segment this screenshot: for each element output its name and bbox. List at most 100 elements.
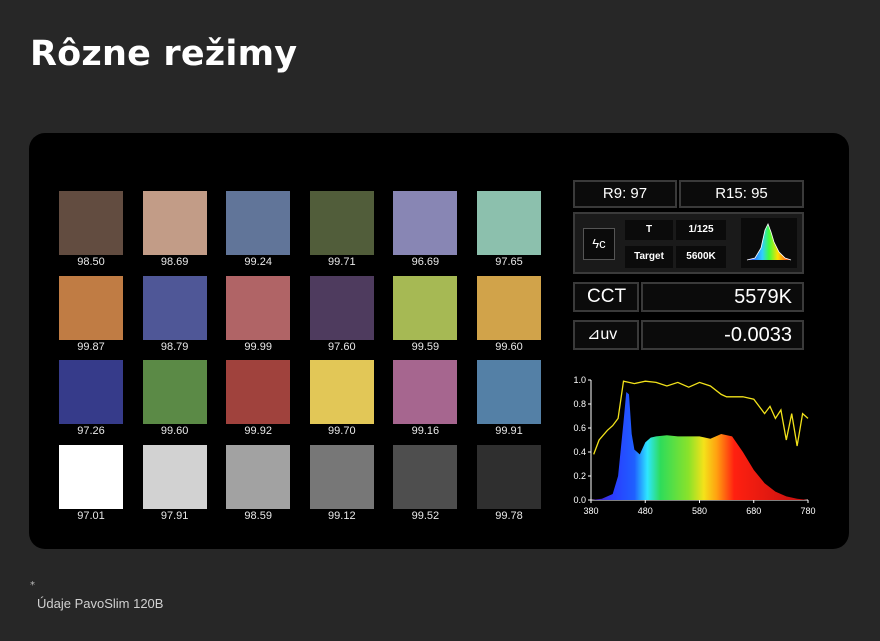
r15-readout: R15: 95	[679, 180, 804, 208]
swatch-color	[393, 275, 458, 340]
color-swatch: 97.01	[59, 444, 123, 522]
swatch-value: 98.50	[77, 256, 105, 268]
shutter-value: 1/125	[676, 220, 726, 240]
x-tick-label: 780	[800, 506, 815, 516]
swatch-color	[226, 360, 291, 424]
swatch-value: 99.24	[244, 256, 272, 268]
color-swatch: 99.92	[226, 360, 291, 437]
swatch-value: 99.70	[328, 425, 356, 437]
x-tick-label: 380	[583, 506, 598, 516]
swatch-value: 99.99	[244, 340, 272, 353]
swatch-color	[477, 360, 541, 424]
color-swatch: 97.65	[477, 191, 541, 268]
color-swatch: 99.87	[59, 275, 123, 353]
swatch-color	[393, 444, 458, 509]
duv-value: -0.0033	[641, 320, 804, 350]
swatch-value: 97.91	[160, 509, 189, 522]
swatch-color	[59, 360, 123, 424]
swatch-color	[309, 444, 374, 509]
color-test-panel: 98.50 98.69 99.24 99.71 96.69 97.65 99.87 98.79…	[29, 133, 849, 549]
y-tick-label: 0.2	[573, 471, 586, 481]
cct-value: 5579K	[641, 282, 804, 312]
y-tick-label: 0.6	[573, 423, 586, 433]
swatch-value: 99.52	[411, 509, 440, 522]
swatch-color	[59, 444, 123, 509]
swatch-color	[59, 191, 123, 255]
swatch-color	[477, 444, 541, 509]
swatch-value: 99.87	[77, 340, 105, 353]
swatch-color	[393, 360, 458, 424]
swatch-value: 99.16	[411, 425, 440, 437]
spectrum-area	[591, 392, 808, 500]
y-tick-label: 1.0	[573, 375, 586, 385]
color-swatch: 99.24	[226, 191, 291, 268]
swatch-value: 96.69	[411, 256, 440, 268]
swatch-value: 97.26	[77, 425, 105, 437]
y-tick-label: 0.4	[573, 447, 586, 457]
swatch-color	[59, 275, 123, 340]
swatch-value: 97.60	[328, 340, 356, 353]
swatch-value: 99.91	[495, 425, 523, 437]
x-tick-label: 680	[746, 506, 761, 516]
color-swatch: 99.59	[393, 275, 458, 353]
swatch-value: 97.01	[77, 509, 105, 522]
swatch-value: 99.71	[328, 256, 356, 268]
duv-label: ⊿uv	[573, 320, 639, 350]
color-swatch: 97.26	[59, 360, 123, 437]
swatch-color	[142, 444, 207, 509]
swatch-value: 99.60	[160, 425, 189, 437]
swatch-value: 99.60	[495, 340, 523, 353]
measurement-settings: ϟc T 1/125 Target 5600K	[573, 212, 804, 274]
swatch-value: 99.92	[244, 425, 272, 437]
swatch-value: 99.12	[328, 509, 356, 522]
color-swatch: 98.59	[226, 444, 291, 522]
swatch-color	[142, 360, 207, 424]
y-tick-label: 0.0	[573, 495, 586, 505]
swatch-color	[226, 191, 291, 255]
color-swatch: 98.79	[142, 275, 207, 353]
cct-label: CCT	[573, 282, 639, 312]
swatch-color	[393, 191, 458, 255]
color-swatch: 99.60	[477, 275, 541, 353]
page-title: Rôzne režimy	[30, 34, 298, 74]
spectrum-chart-svg: 0.0 0.2 0.4 0.6 0.8 1.0 380 480 580 680 780	[573, 375, 815, 516]
color-swatch: 98.50	[59, 191, 123, 268]
color-swatch: 99.71	[309, 191, 374, 268]
mini-spectrum-icon	[741, 218, 797, 268]
footnote: Údaje PavoSlim 120B	[37, 596, 164, 611]
swatch-color	[226, 444, 291, 509]
color-swatch: 99.12	[309, 444, 374, 522]
color-swatch: 97.60	[309, 275, 374, 353]
swatch-color	[142, 275, 207, 340]
color-swatch: 99.99	[226, 275, 291, 353]
color-swatch: 99.16	[393, 360, 458, 437]
footnote-marker: *	[30, 580, 35, 591]
color-swatch: 99.78	[477, 444, 541, 522]
swatch-value: 98.79	[160, 340, 189, 353]
color-swatch: 99.91	[477, 360, 541, 437]
color-swatch: 99.60	[142, 360, 207, 437]
spectrum-chart: 0.0 0.2 0.4 0.6 0.8 1.0 380 480 580 680 780	[561, 369, 816, 533]
swatch-color	[477, 191, 541, 255]
y-tick-label: 0.8	[573, 399, 586, 409]
swatch-color	[309, 275, 374, 340]
target-value: 5600K	[676, 246, 726, 268]
color-swatch: 99.52	[393, 444, 458, 522]
swatch-color	[309, 360, 374, 424]
color-swatch: 99.70	[309, 360, 374, 437]
swatch-color	[309, 191, 374, 255]
swatch-value: 97.65	[495, 256, 523, 268]
x-tick-label: 580	[692, 506, 707, 516]
flash-mode-icon: ϟc	[583, 228, 615, 260]
shutter-label: T	[625, 220, 673, 240]
swatch-color	[142, 191, 207, 255]
r9-readout: R9: 97	[573, 180, 677, 208]
swatch-value: 99.59	[411, 340, 440, 353]
color-swatch: 98.69	[142, 191, 207, 268]
swatch-value: 98.59	[244, 509, 272, 522]
swatch-color	[477, 275, 541, 340]
swatch-color	[226, 275, 291, 340]
x-tick-label: 480	[638, 506, 653, 516]
swatch-value: 98.69	[160, 256, 189, 268]
swatch-value: 99.78	[495, 509, 523, 522]
